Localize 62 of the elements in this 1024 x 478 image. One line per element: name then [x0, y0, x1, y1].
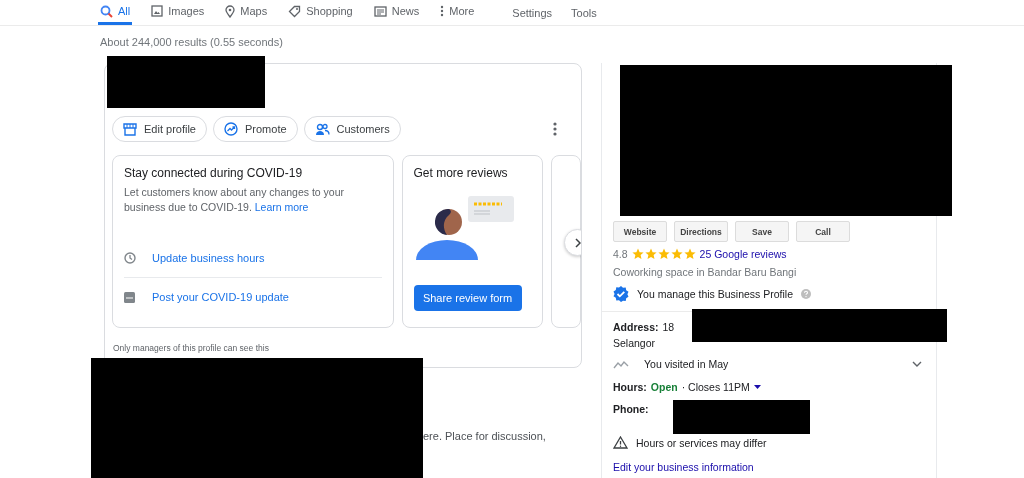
closing-time[interactable]: · Closes 11PM	[681, 381, 750, 393]
share-review-form-button[interactable]: Share review form	[413, 285, 522, 311]
notice-text: Hours or services may differ	[636, 436, 767, 449]
visibility-note: Only managers of this profile can see this	[112, 343, 270, 353]
tag-icon	[288, 4, 302, 18]
people-icon	[314, 122, 330, 136]
more-options-icon[interactable]	[553, 122, 557, 136]
open-status: Open	[650, 381, 678, 393]
image-icon	[151, 5, 164, 17]
warning-icon	[613, 436, 628, 449]
trend-line-icon	[613, 359, 629, 369]
nav-link[interactable]: Settings	[512, 6, 553, 19]
result-snippet: ere. Place for discussion,	[423, 430, 547, 442]
star-icon	[631, 248, 644, 260]
reviews-link[interactable]: 25 Google reviews	[699, 248, 787, 260]
task-link[interactable]: Post your COVID-19 update	[152, 291, 289, 303]
chevron-right-icon	[573, 237, 581, 248]
card-description: Let customers know about any changes to your business due to COVID-19. Learn more	[124, 185, 346, 215]
trend-icon	[224, 122, 238, 136]
hours-label: Hours:	[613, 381, 647, 393]
verified-badge-icon	[613, 286, 629, 302]
action-chip[interactable]: Promote	[213, 116, 298, 142]
star-icon	[657, 248, 670, 260]
address-label: Address:	[613, 321, 659, 333]
search-icon	[100, 4, 113, 18]
post-icon	[124, 291, 135, 303]
task-link[interactable]: Update business hours	[152, 252, 265, 264]
panel-button[interactable]: Directions	[674, 221, 728, 242]
result-stats: About 244,000 results (0.55 seconds)	[99, 35, 284, 50]
action-chip[interactable]: Edit profile	[112, 116, 207, 142]
action-chip[interactable]: Customers	[303, 116, 401, 142]
address-value: 18	[662, 321, 675, 333]
nav-tab[interactable]: More	[438, 0, 477, 25]
star-icon	[683, 248, 696, 260]
business-category: Coworking space in Bandar Baru Bangi	[613, 266, 798, 278]
nav-tab[interactable]: Shopping	[286, 0, 355, 25]
newspaper-icon	[373, 5, 387, 17]
star-icon	[670, 248, 683, 260]
phone-label: Phone:	[613, 403, 649, 415]
nav-tab[interactable]: All	[98, 0, 133, 25]
managed-profile-text: You manage this Business Profile	[637, 288, 794, 300]
chevron-down-icon[interactable]	[912, 361, 922, 367]
nav-tab[interactable]: Images	[149, 0, 207, 25]
caret-icon[interactable]	[753, 385, 761, 389]
learn-more-link[interactable]: Learn more	[254, 201, 309, 213]
star-icon	[644, 248, 657, 260]
card-title: Stay connected during COVID-19	[124, 166, 304, 180]
map-pin-icon	[225, 4, 236, 18]
panel-button[interactable]: Website	[613, 221, 667, 242]
nav-link[interactable]: Tools	[571, 6, 597, 19]
rating-value: 4.8	[613, 248, 628, 260]
nav-tab[interactable]: Maps	[223, 0, 270, 25]
panel-button[interactable]: Call	[796, 221, 850, 242]
nav-tab[interactable]: News	[371, 0, 422, 25]
address-line: Selangor	[613, 337, 657, 349]
edit-business-link[interactable]: Edit your business information	[613, 461, 754, 473]
more-icon	[440, 5, 445, 17]
card-title: Get more reviews	[413, 166, 509, 180]
panel-button[interactable]: Save	[735, 221, 789, 242]
store-icon	[123, 122, 137, 136]
clock-icon	[124, 252, 136, 264]
visited-text: You visited in May	[644, 358, 729, 370]
